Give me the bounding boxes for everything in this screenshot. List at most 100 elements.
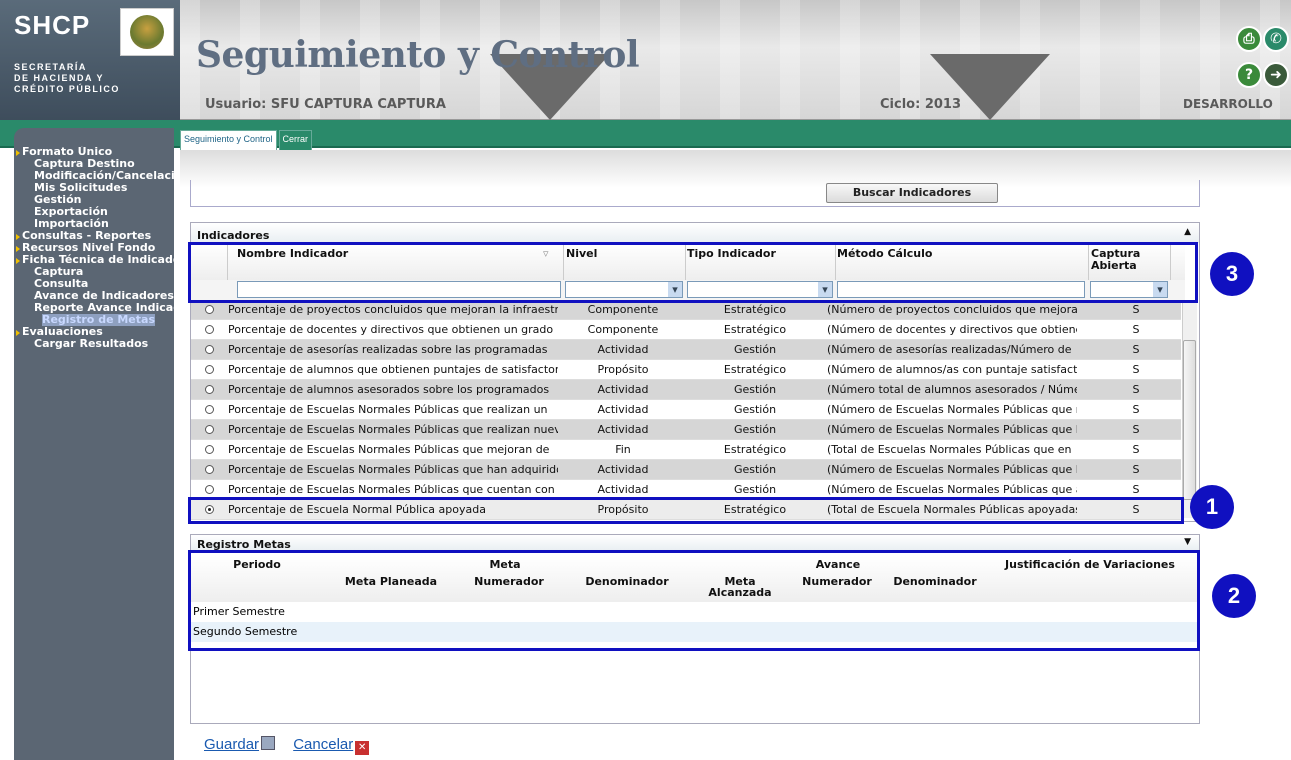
table-row[interactable]: Porcentaje de Escuelas Normales Públicas… — [191, 420, 1181, 440]
sidebar-item[interactable]: Recursos Nivel Fondo — [14, 242, 174, 254]
table-cell: S — [1132, 303, 1140, 316]
sidebar-item[interactable]: Captura Destino — [14, 158, 174, 170]
sidebar-item[interactable]: Reporte Avance Indicadores — [14, 302, 174, 314]
search-panel — [190, 180, 1200, 207]
tab-cerrar[interactable]: Cerrar — [278, 130, 313, 150]
callout-number: 2 — [1212, 574, 1256, 618]
row-radio[interactable] — [205, 345, 214, 354]
cancel-link[interactable]: Cancelar ✕ — [293, 736, 370, 755]
row-radio[interactable] — [205, 445, 214, 454]
table-cell: Actividad — [597, 403, 649, 416]
sidebar-item[interactable]: Gestión — [14, 194, 174, 206]
table-cell: (Número de alumnos/as con puntaje satisf… — [827, 363, 1077, 376]
table-cell: (Número de proyectos concluidos que mejo… — [827, 303, 1077, 316]
table-cell: S — [1132, 363, 1140, 376]
table-cell: Gestión — [733, 383, 777, 396]
table-cell: (Total de Escuelas Normales Públicas que… — [827, 443, 1072, 456]
row-radio[interactable] — [205, 325, 214, 334]
indicadores-header: Indicadores ▲ — [191, 223, 1199, 243]
sidebar-item[interactable]: Captura — [14, 266, 174, 278]
table-cell: Actividad — [597, 343, 649, 356]
sidebar-item[interactable]: Ficha Técnica de Indicadores — [14, 254, 174, 266]
table-cell: Gestión — [733, 423, 777, 436]
registro-header: Registro Metas ▼ — [191, 535, 1199, 551]
row-radio[interactable] — [205, 485, 214, 494]
collapse-up-icon[interactable]: ▲ — [1184, 227, 1191, 237]
ciclo-label: Ciclo: 2013 — [880, 97, 961, 112]
row-radio[interactable] — [205, 425, 214, 434]
table-cell: Componente — [587, 303, 659, 316]
tab-seguimiento[interactable]: Seguimiento y Control — [180, 130, 277, 150]
callout-number: 1 — [1190, 485, 1234, 529]
callout-box-2 — [188, 550, 1200, 651]
tab-strip: Seguimiento y Control Cerrar — [180, 130, 313, 150]
table-cell: Propósito — [597, 363, 649, 376]
sidebar-item[interactable]: Modificación/Cancelación — [14, 170, 174, 182]
sidebar: Formato Único Captura Destino Modificación… — [14, 128, 174, 760]
print-icon[interactable]: ⎙ — [1236, 26, 1262, 52]
table-cell: Gestión — [733, 403, 777, 416]
sidebar-item[interactable]: Registro de Metas — [14, 314, 174, 326]
exit-icon[interactable]: ➜ — [1263, 62, 1289, 88]
table-cell: S — [1132, 443, 1140, 456]
seal-icon — [120, 8, 174, 56]
sidebar-item[interactable]: Avance de Indicadores — [14, 290, 174, 302]
save-link[interactable]: Guardar — [204, 736, 276, 753]
table-row[interactable]: Porcentaje de alumnos asesorados sobre l… — [191, 380, 1181, 400]
table-cell: S — [1132, 383, 1140, 396]
row-radio[interactable] — [205, 385, 214, 394]
table-cell: Actividad — [597, 463, 649, 476]
table-row[interactable]: Porcentaje de docentes y directivos que … — [191, 320, 1181, 340]
table-cell: Fin — [615, 443, 631, 456]
page-title: Seguimiento y Control — [196, 34, 640, 76]
sidebar-item[interactable]: Mis Solicitudes — [14, 182, 174, 194]
row-radio[interactable] — [205, 305, 214, 314]
table-cell: (Número de Escuelas Normales Públicas qu… — [827, 463, 1077, 476]
table-cell: Estratégico — [723, 323, 787, 336]
sidebar-item[interactable]: Evaluaciones — [14, 326, 174, 338]
table-cell: S — [1132, 463, 1140, 476]
user-label: Usuario: SFU CAPTURA CAPTURA — [205, 97, 446, 112]
collapse-down-icon[interactable]: ▼ — [1184, 537, 1191, 547]
table-cell: S — [1132, 343, 1140, 356]
callout-box-3 — [188, 242, 1198, 303]
cancel-icon[interactable]: ✕ — [355, 741, 370, 755]
table-cell: Porcentaje de Escuelas Normales Públicas… — [228, 403, 548, 416]
callout-box-1 — [188, 497, 1184, 524]
logo-subtitle: SECRETARÍA DE HACIENDA Y CRÉDITO PÚBLICO — [14, 62, 120, 94]
search-indicators-button[interactable]: Buscar Indicadores — [826, 183, 998, 203]
table-row[interactable]: Porcentaje de Escuelas Normales Públicas… — [191, 460, 1181, 480]
table-row[interactable]: Porcentaje de alumnos que obtienen punta… — [191, 360, 1181, 380]
table-cell: Estratégico — [723, 443, 787, 456]
sidebar-item[interactable]: Consultas - Reportes — [14, 230, 174, 242]
table-cell: Porcentaje de alumnos que obtienen punta… — [228, 363, 558, 376]
sidebar-item[interactable]: Cargar Resultados — [14, 338, 174, 350]
table-cell: Actividad — [597, 423, 649, 436]
action-bar: Guardar Cancelar ✕ — [204, 736, 383, 755]
save-label[interactable]: Guardar — [204, 736, 259, 753]
table-cell: S — [1132, 403, 1140, 416]
help-icon[interactable]: ? — [1236, 62, 1262, 88]
environment-label: DESARROLLO — [1183, 97, 1273, 111]
table-row[interactable]: Porcentaje de proyectos concluidos que m… — [191, 300, 1181, 320]
callout-number: 3 — [1210, 252, 1254, 296]
row-radio[interactable] — [205, 405, 214, 414]
phone-icon[interactable]: ✆ — [1263, 26, 1289, 52]
table-row[interactable]: Porcentaje de asesorías realizadas sobre… — [191, 340, 1181, 360]
cancel-label[interactable]: Cancelar — [293, 736, 353, 753]
table-row[interactable]: Porcentaje de Escuelas Normales Públicas… — [191, 400, 1181, 420]
table-cell: (Número de Escuelas Normales Públicas qu… — [827, 423, 1077, 436]
table-cell: (Número de Escuelas Normales Públicas qu… — [827, 403, 1077, 416]
sidebar-item[interactable]: Importación — [14, 218, 174, 230]
scrollbar-thumb[interactable] — [1183, 340, 1196, 500]
row-radio[interactable] — [205, 465, 214, 474]
sidebar-item[interactable]: Consulta — [14, 278, 174, 290]
logo-text: SHCP — [14, 10, 91, 40]
save-icon[interactable] — [261, 736, 276, 750]
table-cell: Estratégico — [723, 363, 787, 376]
sidebar-item[interactable]: Formato Único — [14, 146, 174, 158]
row-radio[interactable] — [205, 365, 214, 374]
table-row[interactable]: Porcentaje de Escuelas Normales Públicas… — [191, 440, 1181, 460]
sidebar-item[interactable]: Exportación — [14, 206, 174, 218]
table-cell: Componente — [587, 323, 659, 336]
